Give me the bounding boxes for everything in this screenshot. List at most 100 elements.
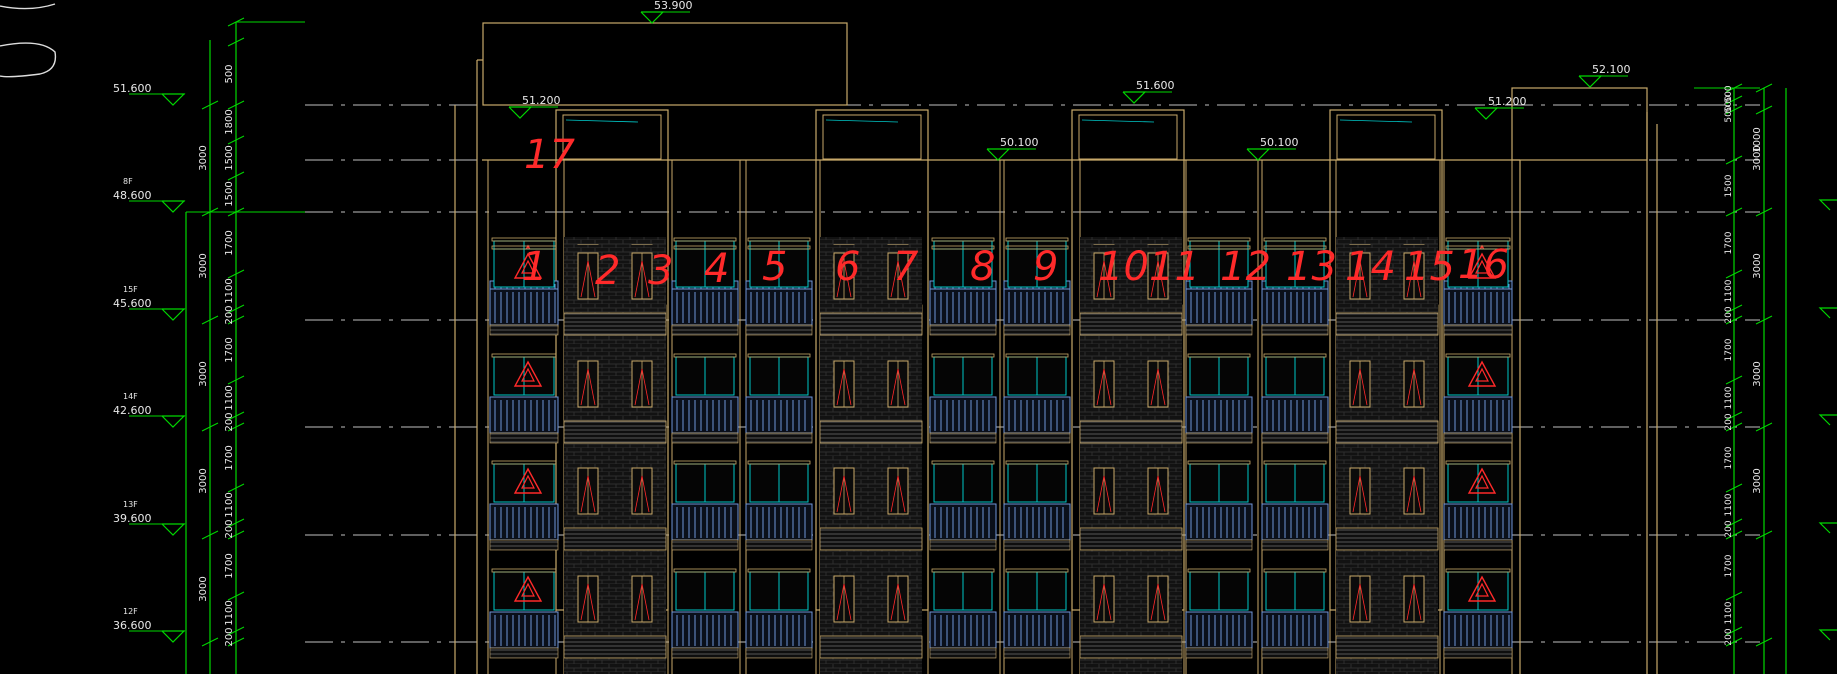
sill-band	[671, 324, 739, 336]
dim-value: 1100	[1724, 493, 1734, 516]
markup-number: 5	[762, 244, 787, 290]
floor-label: 13F	[123, 500, 138, 509]
sill-band	[745, 539, 813, 551]
balcony-railing	[1185, 288, 1253, 326]
markup-number: 16	[1458, 242, 1509, 288]
sill-band	[1261, 324, 1329, 336]
dim-value: 3000	[1752, 361, 1763, 386]
balcony-railing	[1443, 396, 1513, 434]
spandrel-band	[819, 635, 923, 659]
spandrel-band	[1335, 420, 1439, 444]
spandrel-band	[1079, 420, 1183, 444]
markup-number: 7	[893, 244, 919, 290]
sill-band	[1185, 324, 1253, 336]
balcony-railing	[745, 611, 813, 649]
sill-band	[1443, 324, 1513, 336]
level-value: 52.100	[1592, 63, 1631, 76]
spandrel-band	[563, 635, 667, 659]
shaft-glass	[1081, 119, 1155, 123]
dim-value: 200	[224, 305, 235, 324]
level-triangle	[161, 630, 186, 643]
markup-number: 12	[1220, 244, 1271, 290]
markup-number: 13	[1286, 244, 1337, 290]
level-triangle	[1818, 522, 1837, 534]
balcony-railing	[745, 503, 813, 541]
spandrel-band	[819, 527, 923, 551]
dim-value: 1100	[224, 385, 235, 410]
dim-value: 3000	[1752, 253, 1763, 278]
balcony-railing	[671, 611, 739, 649]
sill-band	[1003, 647, 1071, 659]
level-value: 36.600	[113, 619, 152, 632]
dim-value: 3000	[1752, 468, 1763, 493]
dim-value: 1700	[1724, 231, 1734, 254]
dim-value: 1100	[224, 278, 235, 303]
spandrel-band	[1335, 312, 1439, 336]
sill-band	[1003, 432, 1071, 444]
sill-band	[489, 647, 559, 659]
roof-top-box	[482, 22, 848, 106]
dim-value: 3000	[198, 361, 209, 386]
markup-number: 2	[595, 248, 620, 294]
balcony-railing	[1003, 611, 1071, 649]
sill-band	[745, 647, 813, 659]
balcony-railing	[1261, 396, 1329, 434]
sill-band	[745, 432, 813, 444]
sill-band	[1185, 432, 1253, 444]
level-value: 51.600	[1136, 79, 1175, 92]
level-triangle	[1578, 75, 1603, 88]
dim-value: 1100	[224, 600, 235, 625]
level-triangle	[1474, 107, 1499, 120]
level-triangle	[640, 11, 665, 24]
spandrel-band	[1335, 527, 1439, 551]
dim-value: 200	[224, 519, 235, 538]
balcony-railing	[1261, 611, 1329, 649]
dim-value: 200	[1724, 628, 1734, 645]
dim-value: 1500	[224, 145, 235, 170]
level-triangle	[161, 308, 186, 321]
balcony-railing	[745, 396, 813, 434]
balcony-railing	[1443, 503, 1513, 541]
balcony-railing	[929, 288, 997, 326]
dim-value: 1700	[224, 230, 235, 255]
level-value: 51.200	[522, 94, 561, 107]
sill-band	[929, 432, 997, 444]
dim-value: 1500	[224, 181, 235, 206]
markup-number: 15	[1404, 244, 1455, 290]
right-dimension-chain: 1000300030003000300050050050015001700110…	[1694, 83, 1837, 674]
sill-band	[671, 539, 739, 551]
sill-band	[489, 432, 559, 444]
floor-label: 15F	[123, 285, 138, 294]
sill-band	[1443, 539, 1513, 551]
floor-label: 8F	[123, 177, 133, 186]
dim-value: 1700	[1724, 446, 1734, 469]
sill-band	[1443, 432, 1513, 444]
dim-value: 500	[224, 64, 235, 83]
level-triangle	[986, 148, 1011, 161]
spandrel-band	[563, 312, 667, 336]
dim-value: 1800	[224, 109, 235, 134]
sill-band	[489, 539, 559, 551]
spandrel-band	[1079, 527, 1183, 551]
right-roof-box	[1511, 87, 1648, 161]
markup-number: 4	[704, 246, 729, 292]
balcony-railing	[671, 503, 739, 541]
shaft-glass	[825, 119, 899, 123]
level-value: 53.900	[654, 0, 693, 12]
level-triangle	[1818, 414, 1837, 426]
building-elevation	[454, 22, 1658, 674]
balcony-railing	[1443, 288, 1513, 326]
dim-value: 200	[1724, 413, 1734, 430]
markup-number: 17	[524, 132, 575, 178]
balcony-railing	[929, 611, 997, 649]
shaft-glass	[565, 119, 639, 123]
dim-value: 1100	[1724, 601, 1734, 624]
sill-band	[1261, 647, 1329, 659]
level-triangle	[161, 200, 186, 213]
spandrel-band	[819, 312, 923, 336]
dim-value: 1700	[1724, 554, 1734, 577]
spandrel-band	[563, 527, 667, 551]
spandrel-band	[1335, 635, 1439, 659]
sill-band	[489, 324, 559, 336]
level-triangle	[161, 523, 186, 536]
